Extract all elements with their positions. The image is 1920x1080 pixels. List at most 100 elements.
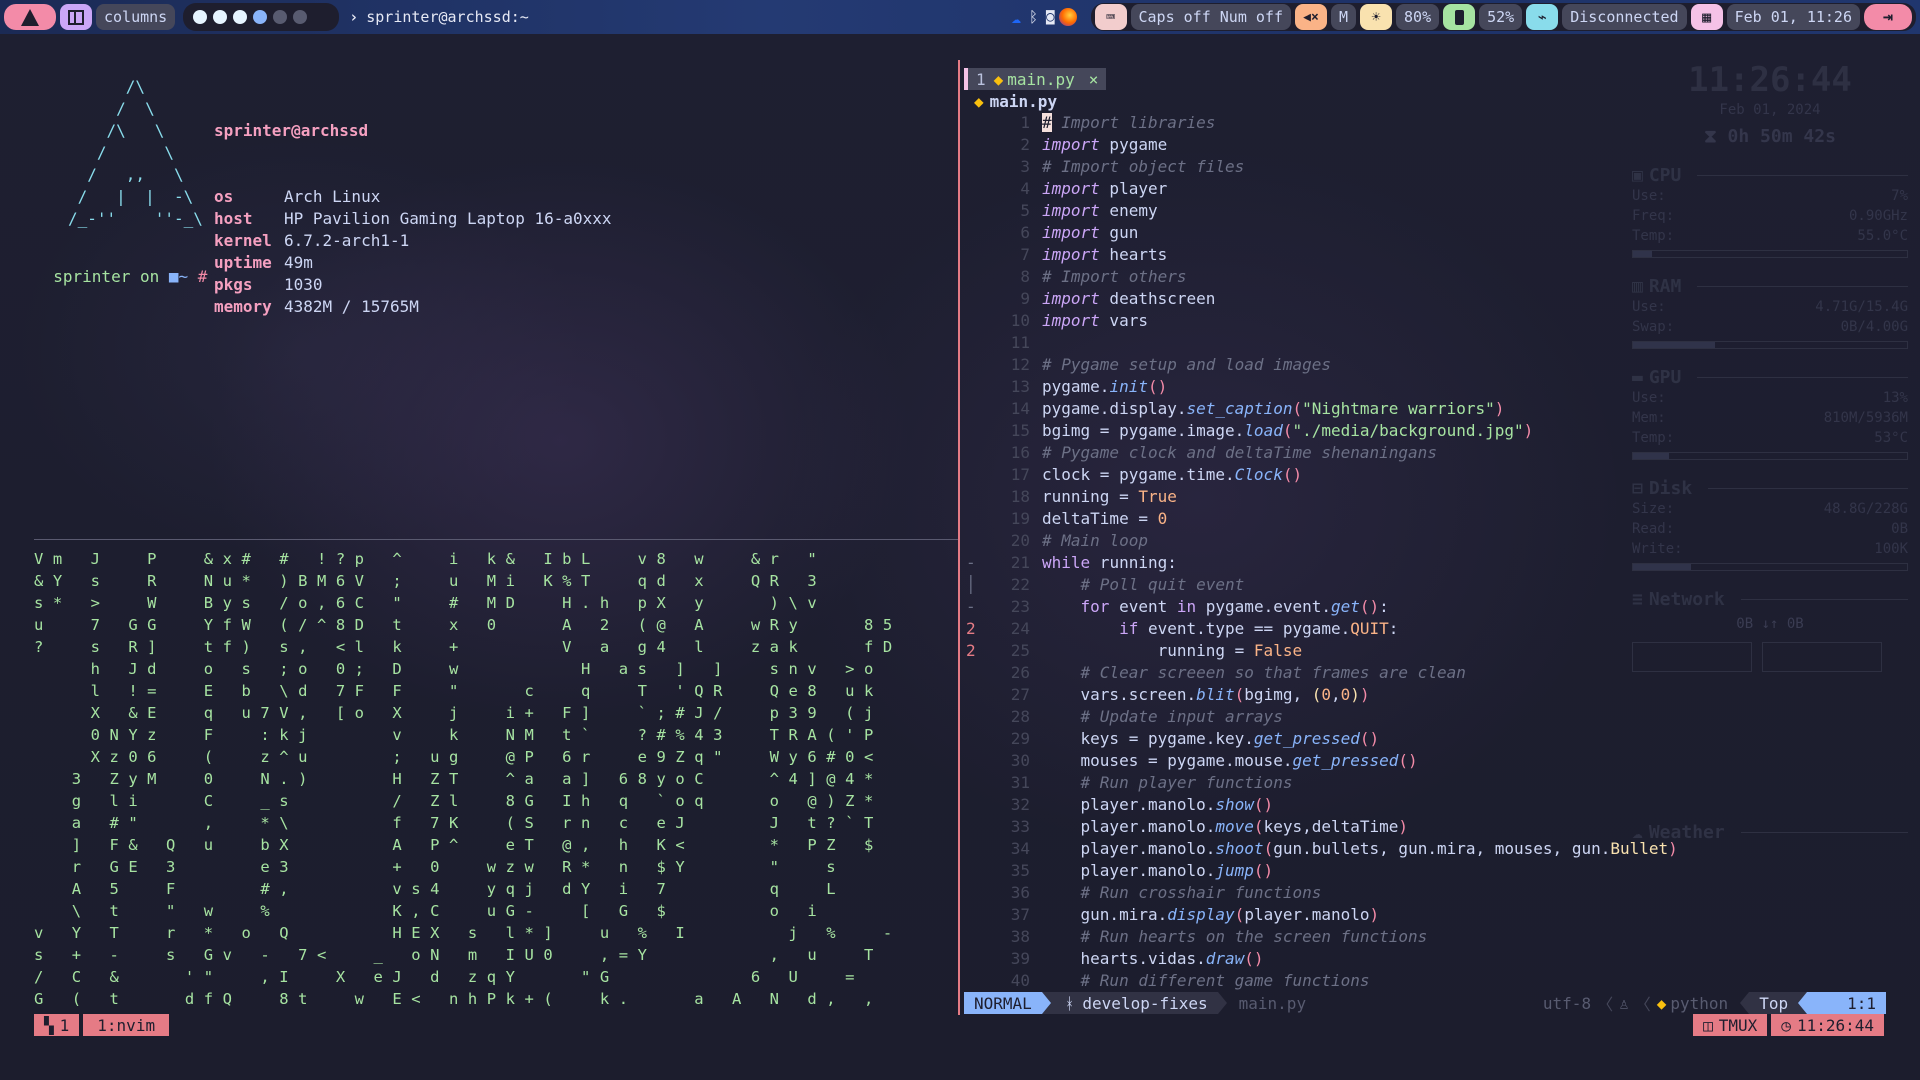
line-text: # Import others <box>1042 266 1187 288</box>
arch-launcher-button[interactable] <box>4 4 56 30</box>
code-line[interactable]: 27 vars.screen.blit(bgimg, (0,0)) <box>962 684 1678 706</box>
code-token: # Run different game functions <box>1080 971 1370 990</box>
buffer-tab[interactable]: 1 ◆ main.py × <box>964 68 1107 90</box>
pane-divider-horizontal[interactable] <box>34 539 958 540</box>
weather-title: Weather <box>1648 822 1725 843</box>
code-line[interactable]: - 21 while running: <box>962 552 1678 574</box>
code-line[interactable]: 2 25 running = False <box>962 640 1678 662</box>
volume-label[interactable]: M <box>1331 4 1357 30</box>
layout-button[interactable] <box>60 4 92 30</box>
code-line[interactable]: 34 player.manolo.shoot(gun.bullets, gun.… <box>962 838 1678 860</box>
code-line[interactable]: 40 # Run different game functions <box>962 970 1678 992</box>
code-line[interactable]: 11 <box>962 332 1678 354</box>
discord-icon[interactable]: ◙ <box>1046 9 1054 25</box>
conky-date: Feb 01, 2024 <box>1719 102 1821 118</box>
brightness-value[interactable]: 80% <box>1396 4 1440 30</box>
workspace-5[interactable] <box>273 10 288 24</box>
code-token: Import libraries <box>1051 113 1216 132</box>
workspace-4[interactable] <box>253 10 268 24</box>
code-line[interactable]: 13 pygame.init() <box>962 376 1678 398</box>
fetch-row: pkgs 1030 <box>214 274 612 296</box>
code-token: keys,deltaTime <box>1263 817 1399 836</box>
workspace-1[interactable] <box>193 10 208 24</box>
code-line[interactable]: 2 24 if event.type == pygame.QUIT: <box>962 618 1678 640</box>
code-line[interactable]: 28 # Update input arrays <box>962 706 1678 728</box>
buffer-close-button[interactable]: × <box>1089 70 1099 89</box>
code-line[interactable]: 32 player.manolo.show() <box>962 794 1678 816</box>
code-token: event.type == pygame. <box>1138 619 1351 638</box>
code-line[interactable]: - 23 for event in pygame.event.get(): <box>962 596 1678 618</box>
code-line[interactable]: 30 mouses = pygame.mouse.get_pressed() <box>962 750 1678 772</box>
code-line[interactable]: 1 # Import libraries <box>962 112 1678 134</box>
code-line[interactable]: 33 player.manolo.move(keys,deltaTime) <box>962 816 1678 838</box>
code-line[interactable]: 19 deltaTime = 0 <box>962 508 1678 530</box>
firefox-icon[interactable] <box>1058 8 1077 26</box>
tmux-window[interactable]: 1:nvim <box>83 1014 170 1036</box>
cmatrix-pane[interactable]: V m J P & x # # ! ? p ^ i k & I b L v 8 … <box>34 548 958 1008</box>
code-line[interactable]: 10 import vars <box>962 310 1678 332</box>
code-token: clock = pygame.time. <box>1042 465 1235 484</box>
conky-uptime: ⧗ 0h 50m 42s <box>1632 126 1908 147</box>
code-line[interactable]: 29 keys = pygame.key.get_pressed() <box>962 728 1678 750</box>
code-line[interactable]: 5 import enemy <box>962 200 1678 222</box>
fetch-key: host <box>214 209 253 228</box>
code-token: player.manolo. <box>1042 861 1216 880</box>
line-text: # Run crosshair functions <box>1042 882 1322 904</box>
code-line[interactable]: 26 # Clear screeen so that frames are cl… <box>962 662 1678 684</box>
code-line[interactable]: 17 clock = pygame.time.Clock() <box>962 464 1678 486</box>
code-line[interactable]: 20 # Main loop <box>962 530 1678 552</box>
datetime[interactable]: Feb 01, 11:26 <box>1726 4 1860 30</box>
code-line[interactable]: 35 player.manolo.jump() <box>962 860 1678 882</box>
label: Temp: <box>1632 228 1675 244</box>
code-editor[interactable]: 1 # Import libraries 2 import pygame 3 # Impo… <box>962 112 1678 992</box>
workspace-6[interactable] <box>293 10 308 24</box>
code-line[interactable]: 15 bgimg = pygame.image.load("./media/bac… <box>962 420 1678 442</box>
sign-column <box>962 728 992 750</box>
code-line[interactable]: 37 gun.mira.display(player.manolo) <box>962 904 1678 926</box>
code-line[interactable]: 2 import pygame <box>962 134 1678 156</box>
fetch-row: os Arch Linux <box>214 186 612 208</box>
code-line[interactable]: 16 # Pygame clock and deltaTime shenaning… <box>962 442 1678 464</box>
code-line[interactable]: 38 # Run hearts on the screen functions <box>962 926 1678 948</box>
sign-column <box>962 398 992 420</box>
code-line[interactable]: 12 # Pygame setup and load images <box>962 354 1678 376</box>
winbar: ◆ main.py <box>974 90 1057 112</box>
code-token: running = <box>1042 641 1254 660</box>
gpu-mem: 810M/5936M <box>1823 410 1908 426</box>
code-line[interactable]: 36 # Run crosshair functions <box>962 882 1678 904</box>
pane-divider-vertical[interactable] <box>958 60 960 1015</box>
workspace-2[interactable] <box>213 10 228 24</box>
upload-graph <box>1762 642 1882 672</box>
code-line[interactable]: 31 # Run player functions <box>962 772 1678 794</box>
onedrive-icon[interactable]: ☁ <box>1011 8 1021 27</box>
code-token: bgimg = pygame.image. <box>1042 421 1245 440</box>
fetch-row: uptime 49m <box>214 252 612 274</box>
shell-prompt[interactable]: sprinter on ■~ # <box>34 244 207 310</box>
volume-mute-icon[interactable]: ◀× <box>1295 4 1327 30</box>
code-line[interactable]: 8 # Import others <box>962 266 1678 288</box>
sign-column <box>962 706 992 728</box>
code-token: ( <box>1292 399 1303 418</box>
chevron-right-icon: › <box>349 8 359 26</box>
line-number: 20 <box>1010 531 1030 550</box>
bluetooth-icon[interactable]: ᛒ <box>1029 8 1038 26</box>
code-line[interactable]: 4 import player <box>962 178 1678 200</box>
code-token: ) <box>1369 905 1380 924</box>
logout-button[interactable]: ⇥ <box>1864 4 1912 30</box>
network-status[interactable]: Disconnected <box>1562 4 1687 30</box>
line-text: # Update input arrays <box>1042 706 1283 728</box>
code-line[interactable]: 18 running = True <box>962 486 1678 508</box>
code-line[interactable]: 14 pygame.display.set_caption("Nightmare … <box>962 398 1678 420</box>
code-line[interactable]: 9 import deathscreen <box>962 288 1678 310</box>
workspace-3[interactable] <box>233 10 248 24</box>
sign-column <box>962 508 992 530</box>
code-line[interactable]: 6 import gun <box>962 222 1678 244</box>
code-line[interactable]: 7 import hearts <box>962 244 1678 266</box>
tmux-session[interactable]: ▚ 1 <box>34 1014 80 1036</box>
code-line[interactable]: 3 # Import object files <box>962 156 1678 178</box>
grid-icon: ▚ <box>44 1015 54 1035</box>
code-line[interactable]: │ 22 # Poll quit event <box>962 574 1678 596</box>
code-line[interactable]: 39 hearts.vidas.draw() <box>962 948 1678 970</box>
